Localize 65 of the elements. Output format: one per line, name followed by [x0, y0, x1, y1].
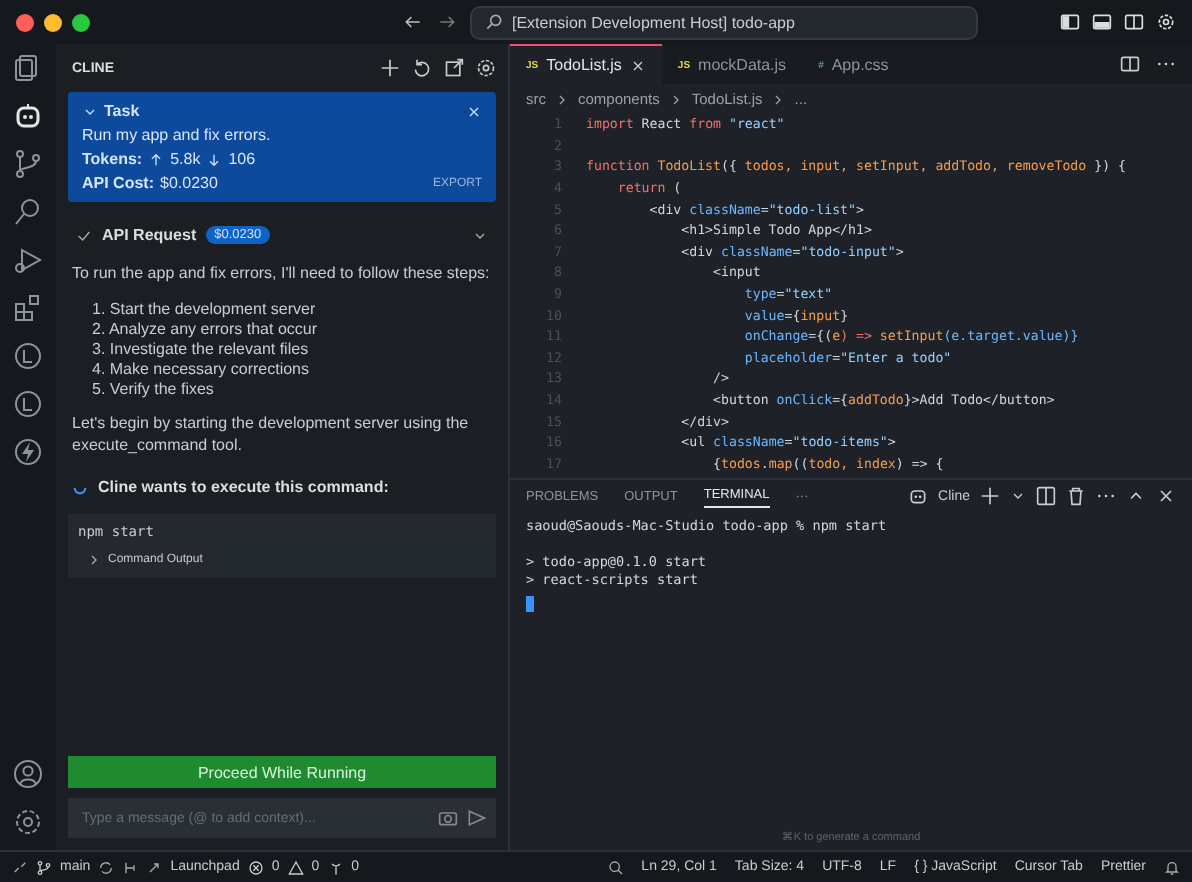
message-text: To run the app and fix errors, I'll need to follow these steps: — [72, 264, 492, 286]
chevron-right-icon — [554, 91, 570, 107]
step-item: 3. Investigate the relevant files — [92, 339, 311, 360]
api-request-label: API Request — [102, 226, 197, 244]
plus-icon[interactable] — [380, 58, 400, 78]
step-item: 2. Analyze any errors that occur — [92, 319, 319, 340]
extensions-icon[interactable] — [12, 292, 44, 324]
close-window-button[interactable] — [16, 13, 34, 31]
send-icon[interactable] — [466, 808, 486, 828]
command-center-search[interactable]: [Extension Development Host] todo-app — [470, 5, 978, 39]
settings-icon[interactable] — [12, 806, 44, 838]
tokens-label: Tokens: — [82, 150, 143, 168]
split-terminal-icon[interactable] — [1036, 486, 1056, 507]
step-item: 4. Make necessary corrections — [92, 359, 311, 380]
zoom-window-button[interactable] — [72, 13, 90, 31]
api-cost-label: API Cost: — [82, 174, 154, 192]
back-arrow-icon[interactable] — [402, 12, 424, 32]
source-control-icon[interactable] — [12, 148, 44, 180]
message-text: Let's begin by starting the development server using the execute_command tool. — [72, 413, 471, 457]
settings-icon[interactable] — [1156, 12, 1176, 32]
warning-icon — [287, 859, 304, 875]
split-layout-icon[interactable] — [1124, 12, 1144, 32]
run-debug-icon[interactable] — [12, 244, 44, 276]
plus-icon[interactable] — [980, 486, 1000, 507]
circle-icon[interactable] — [12, 388, 44, 420]
close-icon[interactable] — [1156, 486, 1176, 507]
trash-icon[interactable] — [1066, 486, 1086, 507]
history-icon[interactable] — [412, 58, 432, 78]
close-icon[interactable] — [629, 57, 646, 73]
api-cost-value: $0.0230 — [160, 174, 218, 192]
search-icon — [484, 12, 504, 32]
remote-icon[interactable] — [12, 859, 28, 875]
terminal-cursor — [526, 595, 534, 612]
arrow-up-icon — [148, 151, 165, 167]
camera-icon[interactable] — [438, 808, 458, 828]
sync-icon[interactable] — [98, 859, 115, 875]
circle-icon[interactable] — [12, 340, 44, 372]
zoom-icon[interactable] — [607, 859, 624, 875]
forward-arrow-icon[interactable] — [436, 12, 458, 32]
settings-icon[interactable] — [476, 58, 496, 78]
toggle-sidebar-icon[interactable] — [1060, 12, 1080, 32]
step-item: 5. Verify the fixes — [92, 379, 216, 400]
checkmark-icon — [76, 227, 92, 243]
lightning-icon[interactable] — [12, 436, 44, 468]
account-icon[interactable] — [12, 758, 44, 790]
tokens-in: 5.8k — [170, 150, 201, 168]
popout-icon[interactable] — [444, 58, 464, 78]
tokens-out: 106 — [228, 150, 256, 168]
error-icon — [247, 859, 264, 875]
robot-icon — [908, 486, 929, 507]
proceed-button[interactable]: Proceed While Running — [68, 756, 496, 788]
command-prompt-text: Cline wants to execute this command: — [98, 478, 389, 497]
arrow-down-icon — [206, 151, 223, 167]
branch-icon — [36, 859, 52, 875]
search-icon[interactable] — [12, 196, 44, 228]
step-item: 1. Start the development server — [92, 299, 318, 320]
task-text: Run my app and fix errors. — [82, 126, 273, 144]
toggle-panel-icon[interactable] — [1092, 12, 1112, 32]
split-editor-icon[interactable] — [1120, 54, 1140, 74]
minimize-window-button[interactable] — [44, 13, 62, 31]
bell-icon[interactable] — [1164, 859, 1180, 875]
antenna-icon — [327, 859, 344, 875]
close-icon[interactable] — [466, 103, 482, 119]
chevron-right-icon[interactable] — [86, 552, 102, 569]
task-heading: Task — [104, 102, 140, 120]
